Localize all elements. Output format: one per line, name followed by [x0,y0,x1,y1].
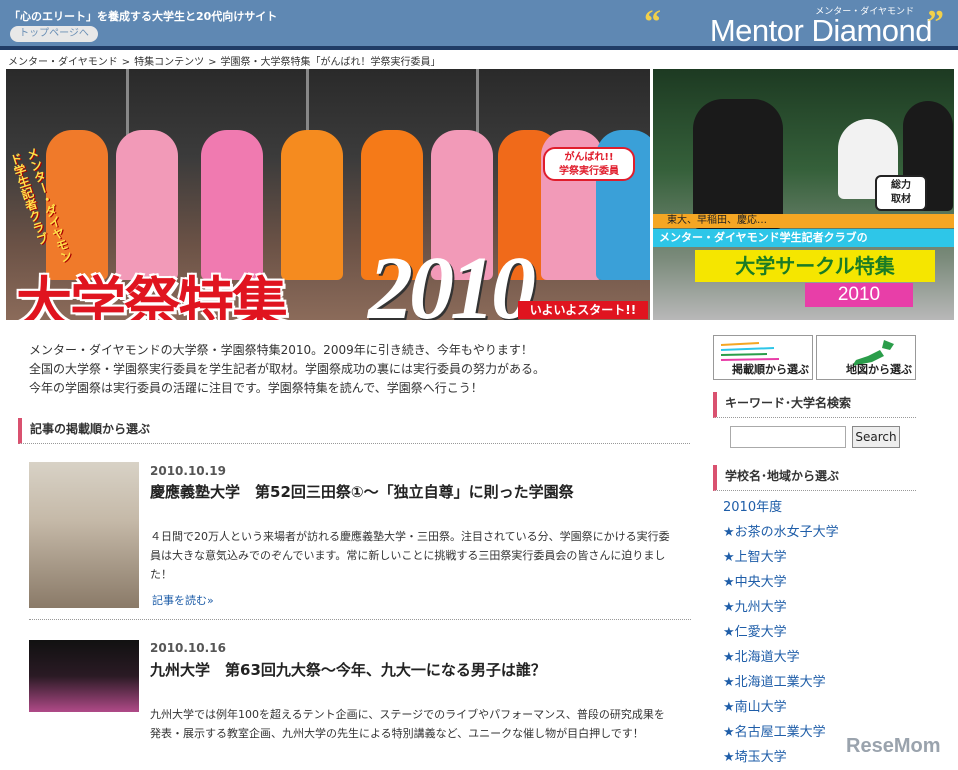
logo-text: Mentor Diamond [709,13,933,48]
article-title[interactable]: 九州大学 第63回九大祭～今年、九大一になる男子は誰？ [150,661,670,679]
site-tagline: 「心のエリート」を養成する大学生と20代向けサイト [9,10,278,23]
site-logo[interactable]: “ メンター・ダイヤモンド Mentor Diamond ” [644,2,944,48]
article-thumbnail[interactable] [29,640,139,712]
school-link[interactable]: ★中央大学 [723,574,943,599]
article-item: 2010.10.19 慶應義塾大学 第52回三田祭①～「独立自尊」に則った学園祭… [29,462,691,612]
runner-figure [693,99,783,229]
hero-right-universities: 東大、早稲田、慶応… [653,214,954,228]
breadcrumb-separator: > [121,57,131,68]
hero-banner-circle[interactable]: 総力 取材 東大、早稲田、慶応… メンター・ダイヤモンド学生記者クラブの 大学サ… [653,69,954,320]
select-by-map-label: 地図から選ぶ [846,363,912,376]
school-link[interactable]: ★北海道工業大学 [723,674,943,699]
hero-title: 大学祭特集 [16,272,288,320]
resemom-watermark: ReseMom [846,735,941,757]
intro-line: 全国の大学祭・学園祭実行委員を学生記者が取材。学園祭成功の裏には実行委員の努力が… [29,362,546,376]
section-heading-order: 記事の掲載順から選ぶ [18,418,690,444]
breadcrumb-home[interactable]: メンター・ダイヤモンド [8,57,118,68]
select-by-map-button[interactable]: 地図から選ぶ [816,335,916,380]
hero-start-label: いよいよスタート!! [518,301,648,319]
breadcrumb-features[interactable]: 特集コンテンツ [134,57,204,68]
article-description: ４日間で20万人という来場者が訪れる慶應義塾大学・三田祭。注目されている分、学園… [150,530,670,581]
hero-right-badge: 総力 取材 [875,175,927,211]
hero-banner-festival[interactable]: メンター・ダイヤモンド学生記者クラブ がんばれ!! 学祭実行委員 2010 大学… [6,69,650,320]
school-link[interactable]: ★お茶の水女子大学 [723,524,943,549]
select-by-order-label: 掲載順から選ぶ [732,363,809,376]
article-date: 2010.10.19 [150,464,226,478]
hero-year: 2010 [368,239,536,320]
article-divider [29,619,691,620]
logo-quote-close: ” [927,4,944,41]
header-divider [0,46,958,50]
school-link[interactable]: ★南山大学 [723,699,943,724]
section-heading-school: 学校名･地域から選ぶ [713,465,916,491]
hero-right-title: 大学サークル特集 [695,250,935,282]
article-title[interactable]: 慶應義塾大学 第52回三田祭①～「独立自尊」に則った学園祭 [150,483,670,501]
article-thumbnail[interactable] [29,462,139,608]
school-link[interactable]: ★仁愛大学 [723,624,943,649]
hero-badge-text: がんばれ!! 学祭実行委員 [559,152,619,177]
school-link[interactable]: ★上智大学 [723,549,943,574]
intro-line: メンター・ダイヤモンドの大学祭・学園祭特集2010。2009年に引き続き、今年も… [29,343,533,357]
select-by-order-button[interactable]: 掲載順から選ぶ [713,335,813,380]
section-heading-keyword: キーワード･大学名検索 [713,392,916,418]
article-item: 2010.10.16 九州大学 第63回九大祭～今年、九大一になる男子は誰？ 九… [29,640,691,770]
kimono-person [281,130,343,280]
breadcrumb: メンター・ダイヤモンド > 特集コンテンツ > 学園祭・大学祭特集「がんばれ！学祭実行委… [8,53,440,68]
school-year-link[interactable]: 2010年度 [723,499,943,524]
read-more-link[interactable]: 記事を読む» [152,592,214,608]
school-link[interactable]: ★北海道大学 [723,649,943,674]
article-date: 2010.10.16 [150,641,226,655]
kimono-person [201,130,263,280]
intro-text: メンター・ダイヤモンドの大学祭・学園祭特集2010。2009年に引き続き、今年も… [29,341,689,398]
hero-right-badge-text: 総力 取材 [891,180,911,205]
article-description: 九州大学では例年100を超えるテント企画に、ステージでのライブやパフォーマンス、… [150,708,665,740]
breadcrumb-separator: > [208,57,217,68]
kimono-person [116,130,178,280]
hero-right-year: 2010 [805,283,913,307]
top-page-button[interactable]: トップページへ [10,26,98,42]
logo-quote-open: “ [644,4,661,41]
intro-line: 今年の学園祭は実行委員の活躍に注目です。学園祭特集を読んで、学園祭へ行こう！ [29,381,483,395]
site-header: 「心のエリート」を養成する大学生と20代向けサイト トップページへ “ メンター… [0,0,958,48]
breadcrumb-current: 学園祭・大学祭特集「がんばれ！学祭実行委員」 [220,57,441,68]
hero-right-club: メンター・ダイヤモンド学生記者クラブの [653,229,954,247]
search-input[interactable] [730,426,846,448]
school-link[interactable]: ★九州大学 [723,599,943,624]
search-button[interactable]: Search [852,426,900,448]
school-list: 2010年度 ★お茶の水女子大学 ★上智大学 ★中央大学 ★九州大学 ★仁愛大学… [723,499,943,770]
hero-badge: がんばれ!! 学祭実行委員 [543,147,635,181]
